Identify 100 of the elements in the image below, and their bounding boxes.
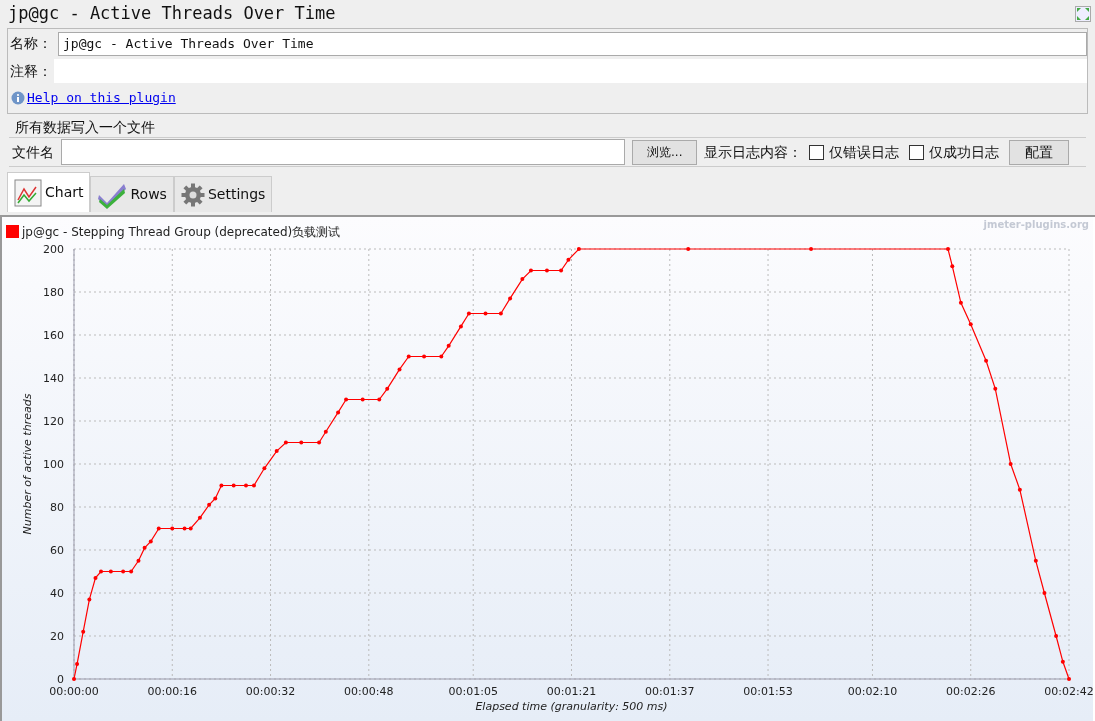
data-point	[72, 677, 76, 681]
checkbox[interactable]	[909, 144, 925, 160]
data-point	[968, 322, 973, 327]
data-point	[544, 268, 549, 273]
data-point	[508, 296, 513, 301]
y-tick-label: 180	[43, 286, 64, 299]
x-tick-label: 00:00:00	[49, 685, 99, 698]
data-point	[1067, 677, 1071, 681]
data-point	[397, 367, 402, 372]
help-link[interactable]: Help on this plugin	[27, 88, 176, 108]
checkbox-label: 仅错误日志	[829, 142, 900, 162]
data-point	[1008, 462, 1013, 466]
x-tick-label: 00:00:32	[245, 685, 296, 698]
data-point	[686, 247, 691, 251]
data-point	[1054, 634, 1059, 638]
data-point	[81, 629, 86, 634]
y-tick-label: 0	[57, 673, 64, 686]
data-point	[108, 569, 113, 574]
window-title: jp@gc - Active Threads Over Time	[8, 2, 336, 26]
data-point	[377, 397, 382, 402]
data-point	[1060, 659, 1065, 664]
data-point	[466, 311, 471, 316]
data-point	[439, 354, 444, 359]
data-point	[156, 526, 161, 531]
data-point	[1033, 558, 1038, 563]
line-chart-icon	[14, 178, 42, 207]
data-point	[958, 300, 963, 305]
tab[interactable]: Rows	[90, 176, 174, 212]
comment-label: 注释：	[9, 61, 53, 81]
x-tick-label: 00:02:10	[847, 685, 898, 698]
data-point	[559, 268, 564, 273]
data-point	[458, 324, 463, 329]
gear-icon	[180, 182, 205, 207]
chart-watermark: jmeter-plugins.org	[983, 219, 1089, 230]
y-tick-label: 120	[43, 415, 64, 428]
data-point	[520, 277, 525, 282]
data-point	[528, 268, 533, 273]
data-point	[984, 358, 989, 363]
data-point	[566, 257, 571, 262]
data-point	[1017, 487, 1022, 492]
file-name-label: 文件名	[12, 142, 54, 162]
data-point	[231, 483, 236, 488]
checkbox[interactable]	[809, 144, 825, 160]
data-point	[576, 247, 581, 251]
x-tick-label: 00:01:53	[743, 685, 793, 698]
data-point	[950, 264, 955, 269]
y-tick-label: 160	[43, 329, 64, 342]
tab[interactable]: Chart	[7, 172, 91, 212]
data-point	[422, 354, 427, 359]
x-tick-label: 00:02:42	[1044, 685, 1093, 698]
x-tick-label: 00:02:26	[946, 685, 996, 698]
y-axis-title: Number of active threads	[21, 393, 34, 535]
y-tick-label: 60	[50, 544, 64, 557]
data-point	[993, 386, 998, 391]
data-point	[299, 440, 304, 445]
configure-button[interactable]: 配置	[1009, 139, 1070, 165]
data-point	[129, 569, 134, 574]
data-point	[446, 343, 451, 348]
y-tick-label: 200	[43, 243, 64, 256]
expand-icon[interactable]	[1075, 6, 1091, 22]
data-point	[274, 449, 279, 454]
data-point	[170, 526, 175, 531]
y-tick-label: 80	[50, 501, 64, 514]
x-tick-label: 00:00:16	[147, 685, 197, 698]
data-point	[283, 440, 288, 445]
data-point	[244, 483, 248, 488]
data-point	[323, 429, 328, 434]
name-label: 名称：	[9, 34, 53, 53]
data-point	[317, 440, 322, 445]
file-name-field[interactable]	[61, 139, 625, 165]
legend-label: jp@gc - Stepping Thread Group (deprecated)负载测试	[22, 225, 341, 239]
data-point	[251, 483, 256, 488]
data-point	[946, 247, 950, 251]
info-icon	[11, 91, 25, 105]
x-axis-title: Elapsed time (granularity: 500 ms)	[475, 700, 668, 713]
y-tick-label: 140	[43, 372, 64, 385]
data-point	[344, 397, 349, 402]
checkbox-label: 仅成功日志	[929, 142, 1000, 162]
x-tick-label: 00:01:37	[645, 685, 695, 698]
data-point	[136, 558, 141, 563]
data-point	[483, 311, 488, 316]
y-tick-label: 100	[43, 458, 64, 471]
data-point	[385, 386, 390, 391]
tab[interactable]: Settings	[173, 176, 273, 212]
y-tick-label: 20	[50, 630, 64, 643]
browse-button[interactable]: 浏览...	[632, 139, 698, 165]
data-point	[360, 397, 365, 402]
group-title: 所有数据写入一个文件	[14, 118, 156, 137]
comment-field[interactable]	[54, 59, 1087, 83]
data-point	[406, 354, 411, 359]
name-field[interactable]: jp@gc - Active Threads Over Time	[58, 31, 1087, 56]
data-point	[121, 569, 126, 574]
y-tick-label: 40	[50, 587, 64, 600]
data-point	[336, 410, 341, 415]
x-tick-label: 00:00:48	[344, 685, 394, 698]
data-point	[498, 311, 503, 316]
x-tick-label: 00:01:21	[546, 685, 597, 698]
data-point	[219, 483, 224, 488]
data-point	[1042, 591, 1047, 595]
data-point	[197, 515, 202, 520]
